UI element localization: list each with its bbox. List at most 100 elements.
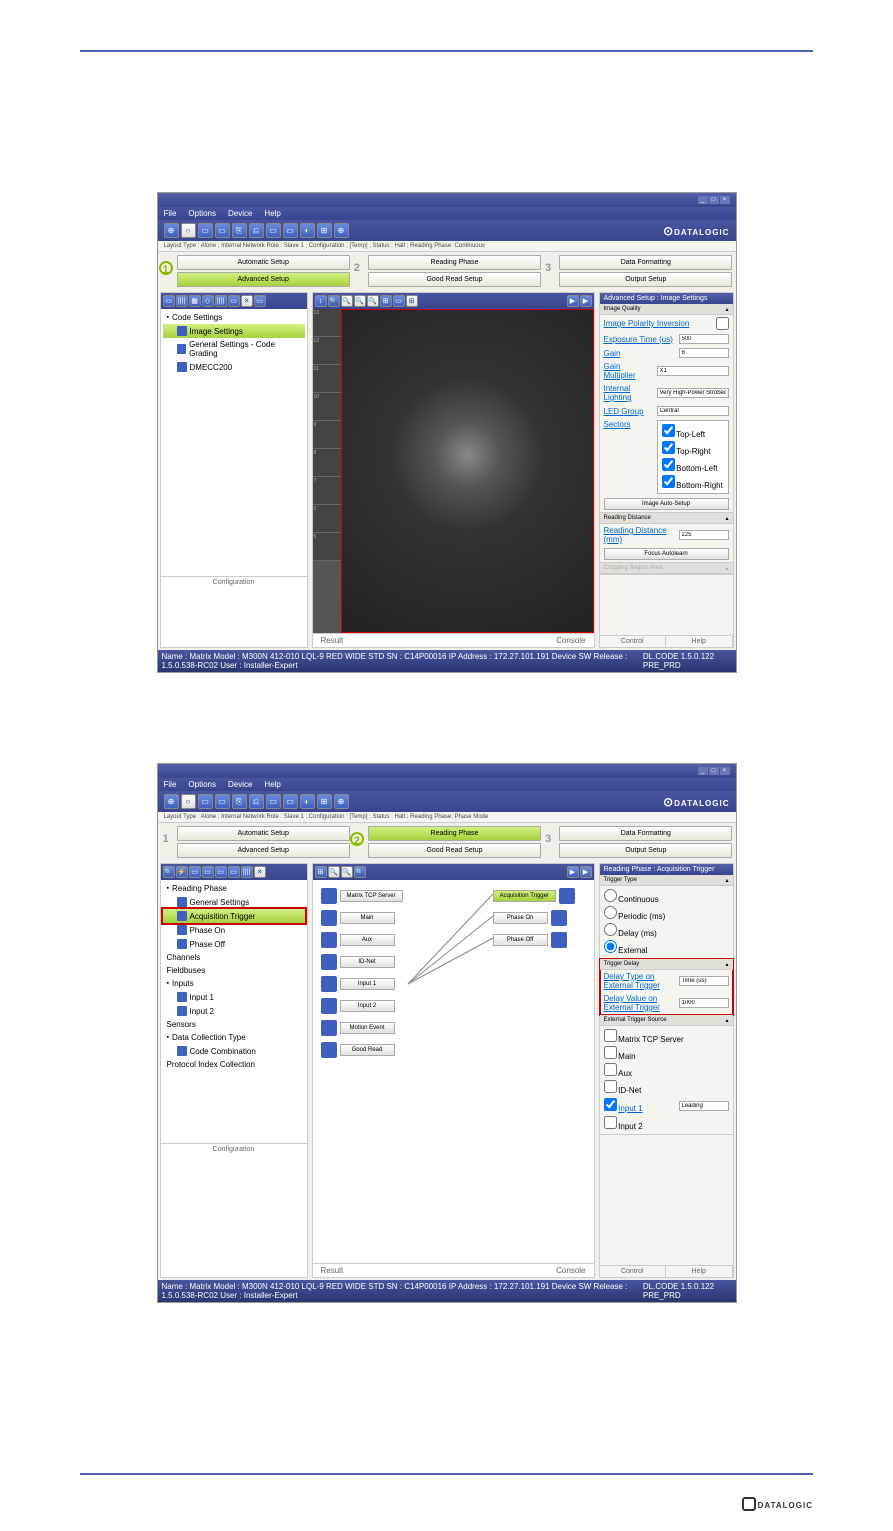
ctbtn-1[interactable]: ↕	[315, 295, 327, 307]
tree-input2[interactable]: Input 2	[163, 1004, 305, 1018]
tbtn-4[interactable]: ▭	[215, 223, 230, 238]
tree-data-collection[interactable]: ▪ Data Collection Type	[163, 1031, 305, 1044]
menu-device[interactable]: Device	[228, 780, 252, 789]
menu-file[interactable]: File	[164, 780, 177, 789]
close-icon[interactable]: ×	[720, 196, 730, 204]
tree-phase-on[interactable]: Phase On	[163, 923, 305, 937]
tbtn-11[interactable]: ⊕	[334, 794, 349, 809]
crop-region-section[interactable]: Cropping Region Area	[600, 563, 733, 574]
menu-help[interactable]: Help	[264, 780, 280, 789]
menu-options[interactable]: Options	[188, 209, 216, 218]
exposure-input[interactable]	[679, 334, 729, 344]
trigger-type-section[interactable]: Trigger Type	[600, 875, 733, 886]
ctbtn-7[interactable]: ▭	[393, 295, 405, 307]
ltbtn-8[interactable]: ✕	[254, 866, 266, 878]
src-idnet[interactable]: ID-Net	[604, 1079, 729, 1096]
tbtn-6[interactable]: ⎌	[249, 794, 264, 809]
tbtn-2[interactable]: ○	[181, 223, 196, 238]
minimize-icon[interactable]: _	[698, 767, 708, 775]
ctbtn-2[interactable]: 🔍	[328, 866, 340, 878]
reading-phase-button[interactable]: Reading Phase	[368, 255, 541, 270]
trigger-delay-section[interactable]: Trigger Delay	[600, 959, 733, 970]
good-read-setup-button[interactable]: Good Read Setup	[368, 272, 541, 287]
tree-acquisition-trigger[interactable]: Acquisition Trigger	[163, 909, 305, 923]
ltbtn-3[interactable]: ▦	[189, 295, 201, 307]
image-auto-setup-button[interactable]: Image Auto-Setup	[604, 498, 729, 510]
play-button[interactable]: ▶	[567, 295, 579, 307]
menu-file[interactable]: File	[164, 209, 177, 218]
radio-continuous[interactable]: Continuous	[604, 888, 729, 905]
automatic-setup-button[interactable]: Automatic Setup	[177, 255, 350, 270]
maximize-icon[interactable]: □	[709, 196, 719, 204]
output-setup-button[interactable]: Output Setup	[559, 843, 732, 858]
ltbtn-1[interactable]: 🔍	[163, 866, 175, 878]
tbtn-10[interactable]: ⊞	[317, 223, 332, 238]
src-tcp[interactable]: Matrix TCP Server	[604, 1028, 729, 1045]
tree-phase-off[interactable]: Phase Off	[163, 937, 305, 951]
tree-sensors[interactable]: Sensors	[163, 1018, 305, 1031]
delay-value-input[interactable]	[679, 998, 729, 1008]
tbtn-7[interactable]: ▭	[266, 794, 281, 809]
node-phase-on[interactable]: Phase On	[493, 910, 575, 926]
tree-code-combination[interactable]: Code Combination	[163, 1044, 305, 1058]
tbtn-5[interactable]: ⎘	[232, 223, 247, 238]
read-dist-link[interactable]: Reading Distance (mm)	[604, 526, 676, 544]
tree-fieldbuses[interactable]: Fieldbuses	[163, 964, 305, 977]
tbtn-8[interactable]: ▭	[283, 794, 298, 809]
gain-mult-link[interactable]: Gain Multiplier	[604, 362, 654, 380]
ltbtn-6[interactable]: ▭	[228, 295, 240, 307]
thumb-10[interactable]: 10	[313, 393, 341, 421]
ctbtn-4[interactable]: 🔍	[354, 295, 366, 307]
tbtn-1[interactable]: ⊕	[164, 223, 179, 238]
ctbtn-6[interactable]: ⊞	[380, 295, 392, 307]
node-idnet[interactable]: ID-Net	[321, 954, 403, 970]
thumb-5[interactable]: 5	[313, 533, 341, 561]
advanced-setup-button[interactable]: Advanced Setup	[177, 272, 350, 287]
ctbtn-4[interactable]: 🔍	[354, 866, 366, 878]
ltbtn-5[interactable]: ||||	[215, 295, 227, 307]
maximize-icon[interactable]: □	[709, 767, 719, 775]
ext-trigger-source-section[interactable]: External Trigger Source	[600, 1015, 733, 1026]
reading-phase-button[interactable]: Reading Phase	[368, 826, 541, 841]
tbtn-5[interactable]: ⎘	[232, 794, 247, 809]
tree-general-settings[interactable]: General Settings - Code Grading	[163, 338, 305, 360]
delay-type-select[interactable]	[679, 976, 729, 986]
thumb-9[interactable]: 9	[313, 421, 341, 449]
sector-br[interactable]: Bottom-Right	[662, 474, 724, 491]
good-read-setup-button[interactable]: Good Read Setup	[368, 843, 541, 858]
ltbtn-2[interactable]: ⚡	[176, 866, 188, 878]
ltbtn-6[interactable]: ▭	[228, 866, 240, 878]
tree-image-settings[interactable]: Image Settings	[163, 324, 305, 338]
ltbtn-7[interactable]: ✕	[241, 295, 253, 307]
sectors-link[interactable]: Sectors	[604, 420, 631, 429]
tree-code-settings[interactable]: ▪ Code Settings	[163, 311, 305, 324]
input1-edge-select[interactable]	[679, 1101, 729, 1111]
polarity-link[interactable]: Image Polarity Inversion	[604, 319, 690, 328]
sector-tl[interactable]: Top-Left	[662, 423, 724, 440]
ctbtn-8[interactable]: ⊞	[406, 295, 418, 307]
tbtn-3[interactable]: ▭	[198, 794, 213, 809]
ltbtn-5[interactable]: ▭	[215, 866, 227, 878]
advanced-setup-button[interactable]: Advanced Setup	[177, 843, 350, 858]
led-group-select[interactable]	[657, 406, 729, 416]
thumb-8[interactable]: 8	[313, 449, 341, 477]
ctbtn-3[interactable]: 🔍	[341, 866, 353, 878]
delay-value-link[interactable]: Delay Value on External Trigger	[604, 994, 676, 1012]
src-aux[interactable]: Aux	[604, 1062, 729, 1079]
play-button[interactable]: ▶	[567, 866, 579, 878]
ctbtn-2[interactable]: 🔍	[328, 295, 340, 307]
radio-periodic[interactable]: Periodic (ms)	[604, 905, 729, 922]
src-input2[interactable]: Input 2	[604, 1115, 729, 1132]
image-quality-section[interactable]: Image Quality	[600, 304, 733, 315]
control-tab[interactable]: Control	[600, 636, 667, 647]
ltbtn-4[interactable]: ▭	[202, 866, 214, 878]
node-input1[interactable]: Input 1	[321, 976, 403, 992]
radio-delay[interactable]: Delay (ms)	[604, 922, 729, 939]
control-tab[interactable]: Control	[600, 1266, 667, 1277]
pause-button[interactable]: ▶	[580, 866, 592, 878]
gain-link[interactable]: Gain	[604, 349, 621, 358]
ctbtn-3[interactable]: 🔍	[341, 295, 353, 307]
menu-help[interactable]: Help	[264, 209, 280, 218]
minimize-icon[interactable]: _	[698, 196, 708, 204]
ctbtn-5[interactable]: 🔍	[367, 295, 379, 307]
